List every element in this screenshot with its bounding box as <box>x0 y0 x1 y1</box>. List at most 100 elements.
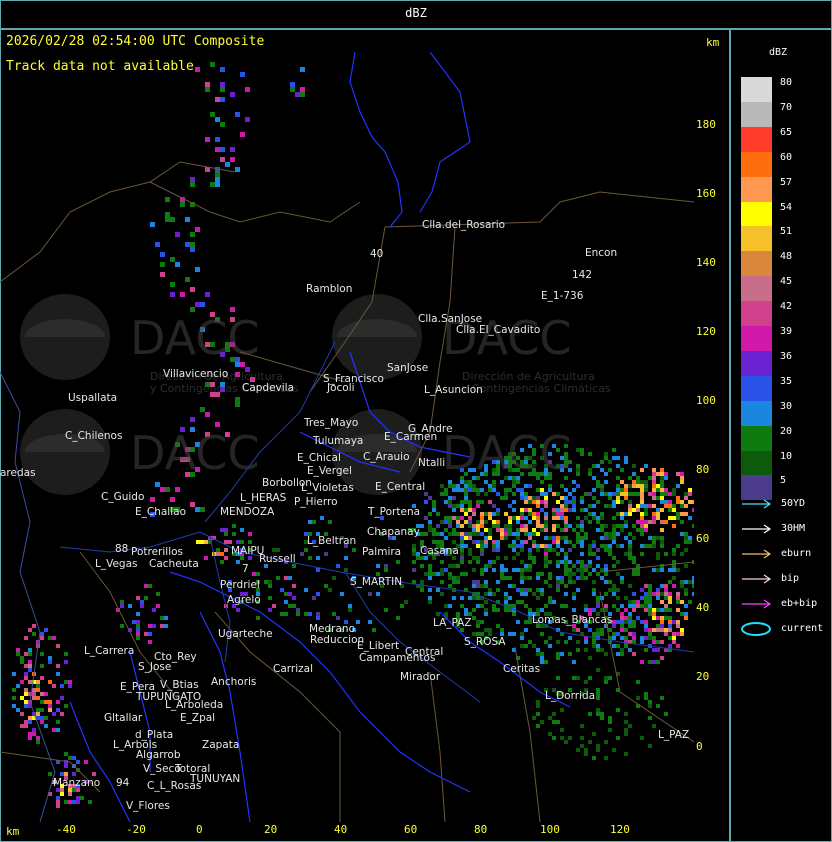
place-label: 7 <box>242 563 249 575</box>
legend-level-label: 30 <box>780 400 793 412</box>
legend-level-label: 80 <box>780 77 793 88</box>
legend-swatch <box>741 425 772 451</box>
place-label: Clla.del_Rosario <box>422 219 505 231</box>
place-label: Russell <box>259 553 296 565</box>
place-label: Ntalli <box>418 457 445 469</box>
x-tick-label: -40 <box>56 823 76 836</box>
legend-swatch <box>741 77 772 102</box>
place-label: T_Portena <box>367 506 420 518</box>
legend-level-label: 5 <box>780 475 787 487</box>
legend-title: dBZ <box>769 47 788 58</box>
place-label: E_Chical <box>297 452 341 464</box>
place-label: E_Vergel <box>307 465 352 477</box>
place-label: Ramblon <box>306 283 352 295</box>
place-label: Tres_Mayo <box>303 417 358 429</box>
place-label: Palmira <box>362 546 401 558</box>
place-label: Agrelo <box>227 594 261 606</box>
legend-swatch <box>741 251 772 277</box>
track-legend-label: bip <box>781 573 800 584</box>
place-label: S_MARTIN <box>350 576 402 588</box>
place-label: C_Arauio <box>363 451 410 463</box>
track-legend-label: 50YD <box>781 498 806 509</box>
watermark-brand-4: DACC <box>442 426 572 480</box>
track-legend-label: 30HM <box>781 523 806 534</box>
y-tick-label: 60 <box>696 532 710 545</box>
watermark-brand: DACC <box>130 311 260 365</box>
legend-level-label: 10 <box>780 450 793 462</box>
legend-swatch <box>741 201 772 227</box>
place-label: L_PAZ <box>658 729 689 741</box>
place-label: C_Chilenos <box>65 430 122 442</box>
place-label: 94 <box>116 777 130 789</box>
y-axis-unit: km <box>706 36 720 49</box>
legend-level-label: 54 <box>780 201 793 213</box>
place-label: Uspallata <box>68 392 117 404</box>
place-label: Ugarteche <box>218 628 273 640</box>
place-label: aredas <box>0 467 36 479</box>
place-label: L_Carrera <box>84 645 134 657</box>
place-label: Casana <box>420 545 459 557</box>
place-label: Jocoli <box>326 382 355 394</box>
place-label: Mirador <box>400 671 441 683</box>
place-label: S_ROSA <box>464 636 506 648</box>
legend-level-label: 20 <box>780 425 793 437</box>
place-label: Central <box>405 646 443 658</box>
legend-level-label: 36 <box>780 350 793 362</box>
place-label: Lomas_Blancas <box>532 614 612 626</box>
radar-map[interactable]: DACC Dirección de Agricultura y Continge… <box>0 52 694 822</box>
x-tick-label: 80 <box>474 823 488 836</box>
place-label: S_Jose <box>138 661 171 673</box>
x-tick-label: 20 <box>264 823 278 836</box>
track-legend-row: bip <box>740 572 828 586</box>
place-label: V_Flores <box>126 800 170 812</box>
timestamp-label: 2026/02/28 02:54:00 UTC Composite <box>6 34 265 49</box>
x-tick-label: 0 <box>196 823 203 836</box>
y-tick-label: 100 <box>696 394 716 407</box>
place-label: Gltallar <box>104 712 143 724</box>
place-label: L_Arboleda <box>165 699 223 711</box>
place-label: MENDOZA <box>220 506 275 518</box>
legend-level-label: 70 <box>780 101 793 113</box>
track-arrow-icon <box>742 574 772 584</box>
place-label: L_Beltran <box>307 535 356 547</box>
place-label: L_Vegas <box>95 558 138 570</box>
legend-swatch <box>741 400 772 426</box>
current-position-icon <box>741 622 771 636</box>
place-label: Villavicencio <box>163 368 228 380</box>
track-legend-row: eburn <box>740 547 828 561</box>
y-tick-label: 180 <box>696 118 716 131</box>
legend-swatch <box>741 326 772 351</box>
track-arrow-icon <box>742 599 772 609</box>
x-tick-label: 100 <box>540 823 560 836</box>
legend-level-label: 51 <box>780 226 793 238</box>
y-tick-label: 0 <box>696 740 703 753</box>
x-tick-label: 40 <box>334 823 348 836</box>
x-tick-label: -20 <box>126 823 146 836</box>
place-label: d_Plata <box>135 729 173 741</box>
place-label: 88 <box>115 543 128 555</box>
legend-swatch <box>741 450 772 476</box>
x-axis-unit: km <box>6 825 20 838</box>
y-tick-label: 140 <box>696 256 716 269</box>
legend-level-label: 45 <box>780 276 793 288</box>
x-tick-label: 120 <box>610 823 630 836</box>
place-label: 40 <box>370 248 383 260</box>
place-label: Capdevila <box>242 382 294 394</box>
legend-swatch <box>741 151 772 177</box>
track-legend-row: eb+bip <box>740 597 828 611</box>
place-label: Chapanay <box>367 526 420 538</box>
place-label: P_Hierro <box>294 496 338 508</box>
place-label: Cacheuta <box>149 558 199 570</box>
track-legend-row: current <box>740 622 828 636</box>
legend-swatch <box>741 350 772 376</box>
legend-level-label: 42 <box>780 301 793 313</box>
place-label: E_Libert <box>357 640 399 652</box>
place-label: V_Btias <box>160 679 199 691</box>
place-label: Potrerillos <box>131 546 183 558</box>
place-label: Clla.El_Cavadito <box>456 324 540 336</box>
place-label: E_Carmen <box>384 431 437 443</box>
legend-swatch <box>741 226 772 252</box>
track-status-note: Track data not available <box>6 59 194 74</box>
legend-level-label: 48 <box>780 251 793 263</box>
track-legend-row: 50YD <box>740 497 828 511</box>
